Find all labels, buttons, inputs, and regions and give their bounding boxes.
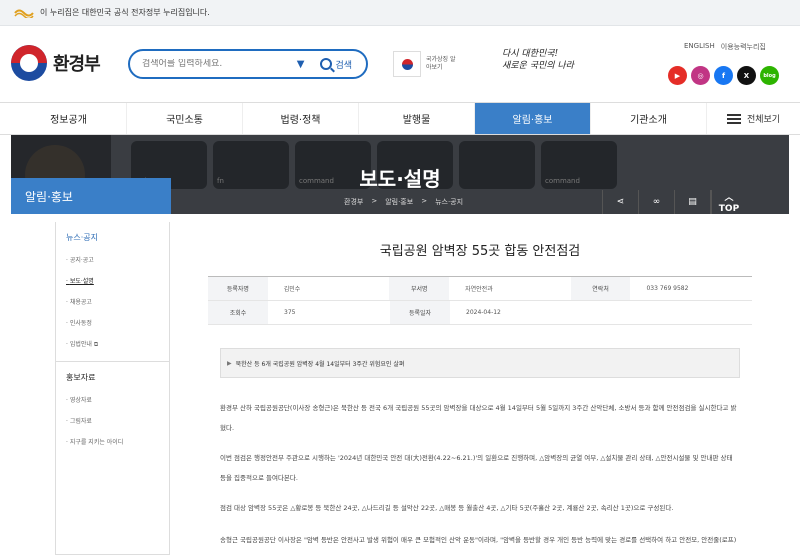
gov-wave-icon <box>14 9 34 18</box>
breadcrumb-section[interactable]: 알림·홍보 <box>385 197 413 207</box>
meta-value: 033 769 9582 <box>646 285 689 292</box>
article-title: 국립공원 암벽장 55곳 합동 안전점검 <box>379 244 581 259</box>
sidebar-section-news[interactable]: 뉴스·공지 <box>66 232 159 243</box>
view-all-label: 전체보기 <box>746 115 781 125</box>
sidebar-item-ideas[interactable]: · 지구를 지키는 아이디 <box>66 437 159 446</box>
meta-key: 등록자명 <box>208 277 268 300</box>
breadcrumb: 환경부 > 알림·홍보 > 뉴스·공지 <box>344 197 463 207</box>
header: 환경부 ▼ 검색 국가상징 알아보기 다시 대한민국! 새로운 국민의 나라 E… <box>0 26 800 102</box>
share-icon[interactable]: ⋖ <box>602 190 638 214</box>
sidebar-item-images[interactable]: · 그림자료 <box>66 416 159 425</box>
sidebar-item-notices[interactable]: · 공지·공고 <box>66 255 159 264</box>
article-summary: ▶ 북한산 등 6개 국립공원 암벽장 4월 14일부터 3주간 위험요인 살펴 <box>220 348 740 378</box>
search-input[interactable] <box>142 59 297 69</box>
link-copy-icon[interactable]: ∞ <box>638 190 674 214</box>
article: 국립공원 암벽장 55곳 합동 안전점검 등록자명 김민수 부서명 자연안전과 … <box>208 222 752 555</box>
slogan-line1: 다시 대한민국! <box>502 49 559 59</box>
nav-item-info[interactable]: 정보공개 <box>11 103 127 134</box>
nav-item-publications[interactable]: 발행물 <box>359 103 475 134</box>
meta-key: 조회수 <box>208 301 268 324</box>
utility-links: ENGLISH 이용능력누리집 <box>684 42 766 52</box>
national-symbol-link[interactable]: 국가상징 알아보기 <box>393 51 456 77</box>
national-symbol-label: 국가상징 알아보기 <box>426 56 456 71</box>
page-tools: ⋖ ∞ ▤ ︿ TOP <box>602 190 747 214</box>
gov-banner-text: 이 누리집은 대한민국 공식 전자정부 누리집입니다. <box>40 8 210 17</box>
slogan-line2: 새로운 국민의 나라 <box>502 61 574 71</box>
gov-banner: 이 누리집은 대한민국 공식 전자정부 누리집입니다. <box>0 0 800 26</box>
site-logo[interactable]: 환경부 <box>11 45 101 81</box>
meta-value: 김민수 <box>283 286 301 293</box>
search-button-label: 검색 <box>335 60 352 71</box>
accessibility-link[interactable]: 이용능력누리집 <box>721 42 766 52</box>
search-icon <box>320 58 333 70</box>
article-paragraph: 이번 점검은 행정안전부 주관으로 시행하는 '2024년 대한민국 안전 대(… <box>220 454 733 482</box>
meta-key: 부서명 <box>389 277 450 300</box>
external-link-icon: ⧉ <box>93 341 99 348</box>
article-paragraph: 점검 대상 암벽장 55곳은 △황로봉 등 북한산 24곳, △나드리길 등 설… <box>220 504 674 512</box>
breadcrumb-home[interactable]: 환경부 <box>344 197 363 207</box>
logo-text: 환경부 <box>53 54 101 75</box>
summary-text: 북한산 등 6개 국립공원 암벽장 4월 14일부터 3주간 위험요인 살펴 <box>235 360 405 368</box>
scroll-top-button[interactable]: ︿ TOP <box>710 190 747 214</box>
meta-key: 연락처 <box>570 277 631 300</box>
meta-value: 2024-04-12 <box>466 309 501 316</box>
breadcrumb-current[interactable]: 뉴스·공지 <box>435 197 463 207</box>
nav-item-news-pr[interactable]: 알림·홍보 <box>475 103 591 134</box>
breadcrumb-separator: > <box>421 197 428 205</box>
taegukgi-icon <box>393 51 421 77</box>
sidebar-item-video[interactable]: · 영상자료 <box>66 395 159 404</box>
chevron-up-icon: ︿ <box>710 190 747 203</box>
meta-value: 자연안전과 <box>465 286 493 293</box>
nav-item-law-policy[interactable]: 법령·정책 <box>243 103 359 134</box>
meta-row: 조회수 375 등록일자 2024-04-12 <box>208 301 752 325</box>
view-all-menu-button[interactable]: 전체보기 <box>707 103 800 134</box>
hamburger-icon <box>726 113 741 124</box>
english-link[interactable]: ENGLISH <box>684 42 715 52</box>
sidebar-item-recruit[interactable]: · 채용공고 <box>66 297 159 306</box>
meta-row: 등록자명 김민수 부서명 자연안전과 연락처 033 769 9582 <box>208 277 752 301</box>
sidebar-item-personnel[interactable]: · 인사동정 <box>66 318 159 327</box>
youtube-icon[interactable]: ▶ <box>668 66 687 85</box>
blog-icon[interactable]: blog <box>760 66 779 85</box>
nav-item-about[interactable]: 기관소개 <box>591 103 707 134</box>
sidebar-item-press[interactable]: · 보도·설명 <box>66 276 159 285</box>
breadcrumb-separator: > <box>371 197 378 205</box>
sns-links: ▶ ◎ f X blog <box>668 66 779 85</box>
taegeuk-logo-icon <box>11 45 47 81</box>
top-label: TOP <box>710 203 747 214</box>
facebook-icon[interactable]: f <box>714 66 733 85</box>
section-tab: 알림·홍보 <box>11 178 171 214</box>
nav-item-communication[interactable]: 국민소통 <box>127 103 243 134</box>
main-nav: 정보공개 국민소통 법령·정책 발행물 알림·홍보 기관소개 전체보기 <box>0 102 800 135</box>
meta-key: 등록일자 <box>390 301 450 324</box>
search-button[interactable]: 검색 <box>320 58 352 71</box>
sidebar: 뉴스·공지 · 공지·공고 · 보도·설명 · 채용공고 · 인사동정 · 입법… <box>55 222 170 555</box>
instagram-icon[interactable]: ◎ <box>691 66 710 85</box>
search-scope-dropdown-icon[interactable]: ▼ <box>297 59 305 70</box>
sidebar-item-legislation[interactable]: · 입법안내 ⧉ <box>66 339 159 349</box>
article-paragraph: 송형근 국립공원공단 이사장은 "암벽 등반은 안전사고 발생 위험이 매우 큰… <box>220 536 737 544</box>
print-icon[interactable]: ▤ <box>674 190 710 214</box>
sidebar-section-pr[interactable]: 홍보자료 <box>66 372 159 383</box>
search-bar: ▼ 검색 <box>128 49 368 79</box>
meta-value: 375 <box>284 309 296 316</box>
article-paragraph: 환경부 산하 국립공원공단(이사장 송형근)은 북한산 등 전국 6개 국립공원… <box>220 404 737 432</box>
slogan: 다시 대한민국! 새로운 국민의 나라 <box>502 48 582 72</box>
x-icon[interactable]: X <box>737 66 756 85</box>
article-meta-table: 등록자명 김민수 부서명 자연안전과 연락처 033 769 9582 조회수 … <box>208 276 752 325</box>
triangle-right-icon: ▶ <box>227 359 232 367</box>
